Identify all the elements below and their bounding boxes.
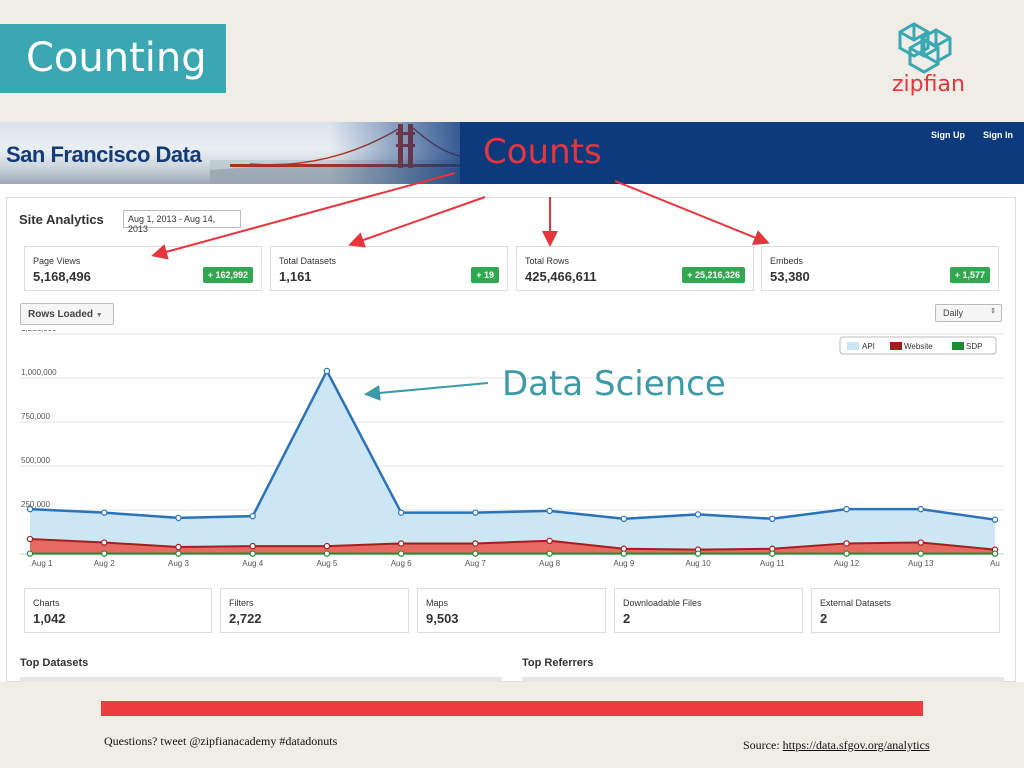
arrow-to-embeds: [614, 180, 770, 245]
footer-questions: Questions? tweet @zipfianacademy #datado…: [104, 734, 338, 748]
footer-source-link[interactable]: https://data.sfgov.org/analytics: [783, 738, 930, 752]
footer-accent-bar: [101, 701, 923, 716]
footer-source: Source: https://data.sfgov.org/analytics: [743, 738, 930, 753]
arrow-to-page-views: [151, 172, 456, 260]
counts-annotation: Counts: [483, 132, 602, 172]
data-science-annotation: Data Science: [502, 364, 726, 404]
arrow-to-total-datasets: [348, 196, 486, 248]
arrow-to-peak: [364, 382, 489, 401]
footer-source-label: Source:: [743, 738, 780, 752]
